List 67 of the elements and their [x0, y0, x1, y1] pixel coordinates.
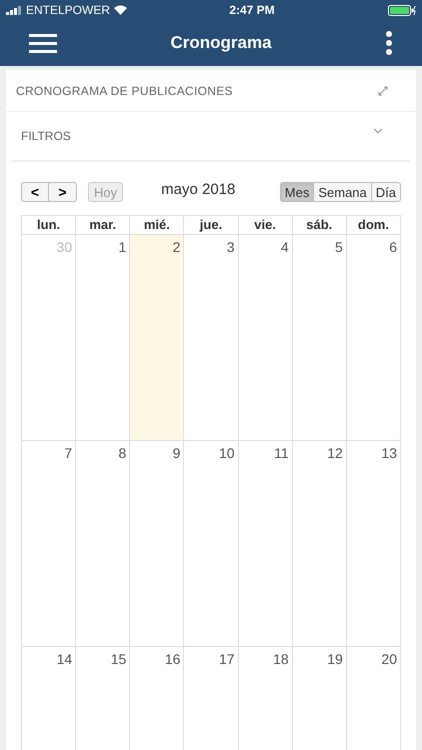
weekday-header: lun.: [22, 216, 76, 235]
day-number: 17: [218, 650, 235, 669]
day-cell[interactable]: 5: [292, 235, 347, 441]
day-cell[interactable]: 16: [130, 647, 184, 750]
expand-button[interactable]: [378, 86, 388, 96]
day-cell[interactable]: 19: [292, 647, 347, 750]
day-number: 2: [172, 238, 180, 257]
day-cell[interactable]: 13: [346, 441, 401, 647]
weekday-header: jue.: [184, 216, 239, 235]
weekday-header: mar.: [76, 216, 130, 235]
signal-icon: [6, 6, 22, 14]
day-number: 13: [381, 444, 397, 463]
weekday-header: dom.: [346, 216, 401, 235]
menu-button[interactable]: [29, 33, 57, 53]
day-number: 8: [118, 444, 126, 463]
day-cell[interactable]: 12: [292, 441, 347, 647]
carrier-name: ENTELPOWER: [26, 2, 110, 19]
view-tab[interactable]: Mes: [280, 182, 314, 202]
day-cell[interactable]: 8: [76, 441, 130, 647]
day-number: 16: [164, 650, 180, 669]
day-cell[interactable]: 10: [184, 441, 239, 647]
day-cell[interactable]: 20: [346, 647, 401, 750]
weekday-header: vie.: [238, 216, 293, 235]
weekday-header: sáb.: [292, 216, 347, 235]
day-number: 19: [327, 650, 343, 669]
day-cell[interactable]: 3: [184, 235, 239, 441]
expand-icon: [378, 86, 388, 96]
day-cell[interactable]: 14: [22, 647, 76, 750]
day-number: 6: [389, 238, 397, 257]
header-title: Cronograma: [170, 32, 272, 54]
day-number: 3: [226, 238, 235, 257]
day-cell[interactable]: 17: [184, 647, 239, 750]
day-cell[interactable]: 11: [238, 441, 293, 647]
day-number: 18: [273, 650, 289, 669]
view-tab[interactable]: Día: [372, 182, 401, 202]
day-number: 11: [274, 444, 289, 463]
filters-title: FILTROS: [21, 128, 71, 145]
day-number: 4: [280, 238, 289, 257]
day-cell[interactable]: 15: [76, 647, 130, 750]
month-title: mayo 2018: [161, 180, 236, 200]
day-cell[interactable]: 9: [130, 441, 184, 647]
day-cell[interactable]: 6: [346, 235, 401, 441]
day-cell[interactable]: 18: [238, 647, 293, 750]
more-button[interactable]: [384, 31, 393, 55]
day-number: 7: [64, 444, 72, 463]
day-cell[interactable]: 4: [238, 235, 293, 441]
menu-icon: [29, 33, 57, 53]
day-number: 9: [172, 444, 180, 463]
day-cell[interactable]: 2: [130, 235, 184, 441]
view-tab[interactable]: Semana: [314, 182, 372, 202]
day-cell[interactable]: 7: [22, 441, 76, 647]
clock-time: 2:47 PM: [228, 2, 276, 19]
day-number: 12: [327, 444, 343, 463]
panel-title: CRONOGRAMA DE PUBLICACIONES: [16, 82, 233, 100]
battery-icon: [388, 4, 416, 16]
day-number: 20: [381, 650, 397, 669]
previous-button[interactable]: <: [21, 182, 49, 202]
day-number: 15: [110, 650, 126, 669]
day-number: 14: [56, 650, 72, 669]
day-number: 5: [335, 238, 343, 257]
filters-bar[interactable]: FILTROS: [12, 112, 410, 162]
day-number: 10: [218, 444, 235, 463]
next-button[interactable]: >: [49, 182, 77, 202]
wifi-icon: [114, 5, 128, 15]
day-number: 30: [56, 238, 72, 257]
more-icon: [384, 31, 393, 55]
day-number: 1: [118, 238, 126, 257]
